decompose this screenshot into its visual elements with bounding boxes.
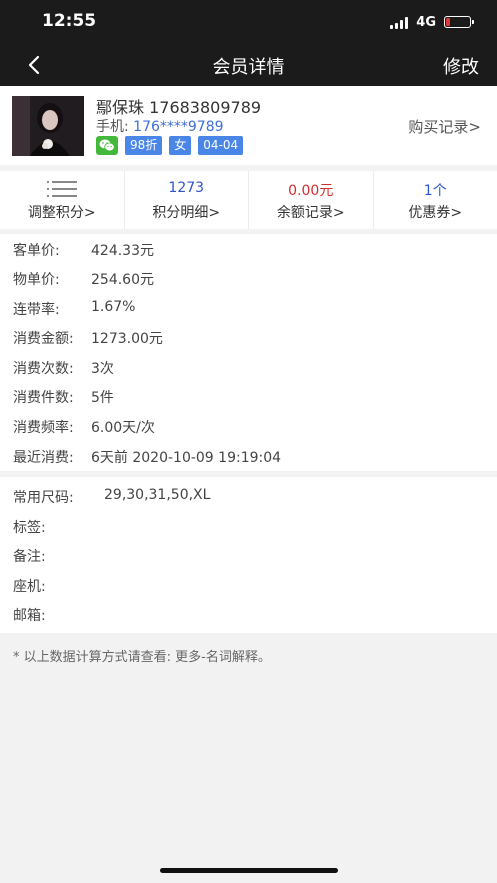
metric-value: 3次 xyxy=(91,361,114,377)
metric-row: 消费金额: 1273.00元 xyxy=(13,328,163,348)
metric-label: 消费金额: xyxy=(13,331,74,347)
status-indicators: 4G xyxy=(390,13,474,31)
metric-row: 物单价: 254.60元 xyxy=(13,269,154,289)
balance-value: 0.00元 xyxy=(288,183,334,199)
metric-label: 客单价: xyxy=(13,243,60,259)
signal-icon xyxy=(390,16,409,29)
consumption-metrics: 客单价: 424.33元 物单价: 254.60元 连带率: 1.67% 消费金额: 1… xyxy=(0,234,497,471)
metric-label: 连带率: xyxy=(13,302,60,318)
metric-value: 424.33元 xyxy=(91,243,154,259)
page-title: 会员详情 xyxy=(212,57,285,78)
gender-tag: 女 xyxy=(169,136,192,155)
status-bar: 12:55 4G xyxy=(0,0,497,44)
points-value: 1273 xyxy=(168,180,205,196)
balance-record-label: 余额记录> xyxy=(276,205,345,221)
calculation-note: * 以上数据计算方式请查看: 更多-名词解释。 xyxy=(13,650,271,665)
metric-row: 消费次数: 3次 xyxy=(13,358,114,378)
edit-button[interactable]: 修改 xyxy=(443,53,479,79)
info-label: 常用尺码: xyxy=(13,490,74,506)
coupon-count: 1个 xyxy=(423,183,447,199)
home-indicator[interactable] xyxy=(160,868,338,873)
info-label: 邮箱: xyxy=(13,608,46,624)
member-tags: 98折 女 04-04 xyxy=(96,136,244,155)
metric-row: 最近消费: 6天前 2020-10-09 19:19:04 xyxy=(13,447,281,467)
metric-value: 6.00天/次 xyxy=(91,420,155,436)
metric-value: 254.60元 xyxy=(91,272,154,288)
menu-icon xyxy=(0,180,124,198)
mobile-label: 手机: xyxy=(96,119,129,135)
purchase-record-link[interactable]: 购买记录> xyxy=(408,116,481,137)
metric-label: 最近消费: xyxy=(13,450,74,466)
metric-row: 消费件数: 5件 xyxy=(13,387,114,407)
coupons-button[interactable]: 1个 优惠券> xyxy=(372,171,497,229)
metric-label: 物单价: xyxy=(13,272,60,288)
mobile-value[interactable]: 176****9789 xyxy=(133,119,223,135)
member-stats: 调整积分> 1273 积分明细> 0.00元 余额记录> 1个 优惠券> xyxy=(0,171,497,229)
nav-bar: 会员详情 修改 xyxy=(0,44,497,86)
metric-value: 1273.00元 xyxy=(91,331,163,347)
info-row: 常用尺码: 29,30,31,50,XL xyxy=(13,487,210,507)
birthday-tag: 04-04 xyxy=(198,136,244,155)
points-detail-button[interactable]: 1273 积分明细> xyxy=(123,171,249,229)
metric-row: 客单价: 424.33元 xyxy=(13,240,154,260)
metric-row: 连带率: 1.67% xyxy=(13,299,135,319)
metric-label: 消费件数: xyxy=(13,390,74,406)
metric-value: 5件 xyxy=(91,390,114,406)
adjust-points-label: 调整积分> xyxy=(27,205,96,221)
coupons-label: 优惠券> xyxy=(408,205,463,221)
battery-icon xyxy=(444,16,474,28)
points-detail-label: 积分明细> xyxy=(152,205,221,221)
member-profile: 鄢保珠 17683809789 手机: 176****9789 98折 女 04… xyxy=(0,86,497,165)
wechat-icon xyxy=(96,136,118,155)
info-row: 座机: xyxy=(13,576,46,596)
network-type: 4G xyxy=(416,14,436,30)
metric-label: 消费次数: xyxy=(13,361,74,377)
metric-label: 消费频率: xyxy=(13,420,74,436)
balance-record-button[interactable]: 0.00元 余额记录> xyxy=(248,171,373,229)
info-row: 备注: xyxy=(13,546,46,566)
metric-value: 1.67% xyxy=(91,299,136,315)
adjust-points-button[interactable]: 调整积分> xyxy=(0,171,124,229)
info-row: 邮箱: xyxy=(13,605,46,625)
info-row: 标签: xyxy=(13,517,46,537)
metric-row: 消费频率: 6.00天/次 xyxy=(13,417,155,437)
member-mobile: 手机: 176****9789 xyxy=(96,116,224,136)
member-name-phone: 鄢保珠 17683809789 xyxy=(96,98,262,117)
info-label: 标签: xyxy=(13,520,46,536)
member-info: 常用尺码: 29,30,31,50,XL 标签: 备注: 座机: 邮箱: xyxy=(0,477,497,633)
discount-tag: 98折 xyxy=(125,136,163,155)
status-time: 12:55 xyxy=(42,11,97,31)
info-label: 座机: xyxy=(13,579,46,595)
metric-value: 6天前 2020-10-09 19:19:04 xyxy=(91,450,282,466)
avatar xyxy=(12,96,84,156)
info-label: 备注: xyxy=(13,549,46,565)
info-value: 29,30,31,50,XL xyxy=(104,487,211,503)
